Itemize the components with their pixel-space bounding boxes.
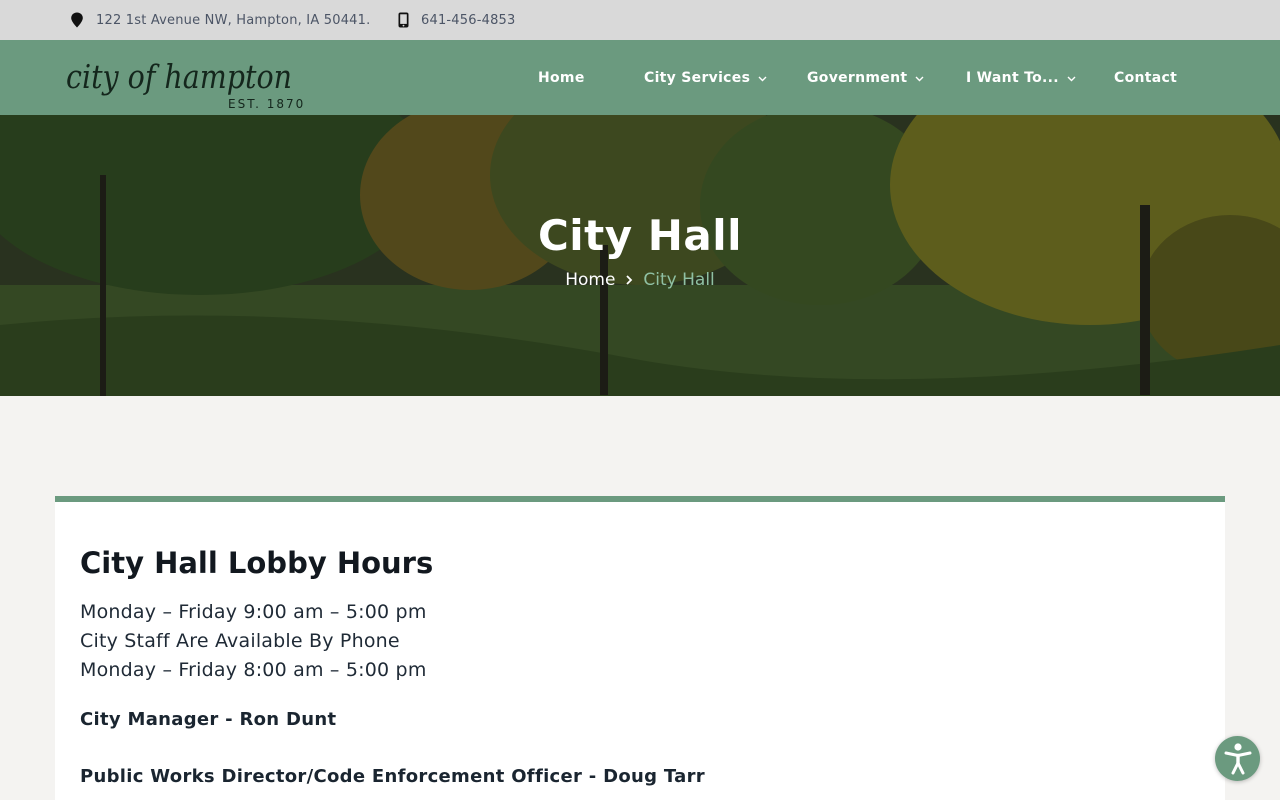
page-title: City Hall (537, 211, 743, 260)
hero-banner: City Hall Home City Hall (0, 115, 1280, 396)
nav-contact-label: Contact (1114, 69, 1178, 86)
svg-text:EST. 1870: EST. 1870 (228, 97, 304, 111)
chevron-right-icon (625, 275, 633, 285)
breadcrumb-current: City Hall (643, 270, 715, 290)
phone-text: 641-456-4853 (421, 12, 516, 28)
nav-city-services[interactable]: City Services (644, 40, 767, 115)
mobile-phone-icon (398, 12, 409, 28)
nav-home-label: Home (538, 69, 585, 86)
section-heading: City Hall Lobby Hours (80, 546, 434, 580)
address-info: 122 1st Avenue NW, Hampton, IA 50441. (70, 0, 370, 40)
nav-i-want-to-label: I Want To... (966, 69, 1059, 86)
svg-text:city of hampton: city of hampton (66, 57, 292, 96)
nav-government-label: Government (807, 69, 908, 86)
nav-government[interactable]: Government (807, 40, 924, 115)
nav-home[interactable]: Home (538, 40, 585, 115)
chevron-down-icon (758, 76, 767, 81)
staff-entry: Public Works Director/Code Enforcement O… (80, 766, 705, 787)
staff-entry: City Manager - Ron Dunt (80, 709, 337, 730)
accessibility-button[interactable] (1215, 736, 1260, 781)
chevron-down-icon (1067, 76, 1076, 81)
map-pin-icon (71, 12, 83, 28)
accessibility-icon (1224, 742, 1251, 774)
main-navbar: city of hampton EST. 1870 Home City Serv… (0, 40, 1280, 115)
top-info-bar: 122 1st Avenue NW, Hampton, IA 50441. 64… (0, 0, 1280, 40)
nav-i-want-to[interactable]: I Want To... (966, 40, 1076, 115)
breadcrumb: Home City Hall (0, 270, 1280, 290)
breadcrumb-home-link[interactable]: Home (565, 270, 615, 290)
hours-line: City Staff Are Available By Phone (80, 630, 400, 652)
hours-line: Monday – Friday 8:00 am – 5:00 pm (80, 659, 427, 681)
hours-line: Monday – Friday 9:00 am – 5:00 pm (80, 601, 427, 623)
chevron-down-icon (915, 76, 924, 81)
address-text: 122 1st Avenue NW, Hampton, IA 50441. (96, 12, 371, 28)
nav-contact[interactable]: Contact (1114, 40, 1177, 115)
nav-city-services-label: City Services (644, 69, 751, 86)
phone-info[interactable]: 641-456-4853 (398, 0, 516, 40)
city-of-hampton-logo[interactable]: city of hampton EST. 1870 (64, 44, 304, 112)
content-card: City Hall Lobby Hours Monday – Friday 9:… (55, 496, 1225, 800)
